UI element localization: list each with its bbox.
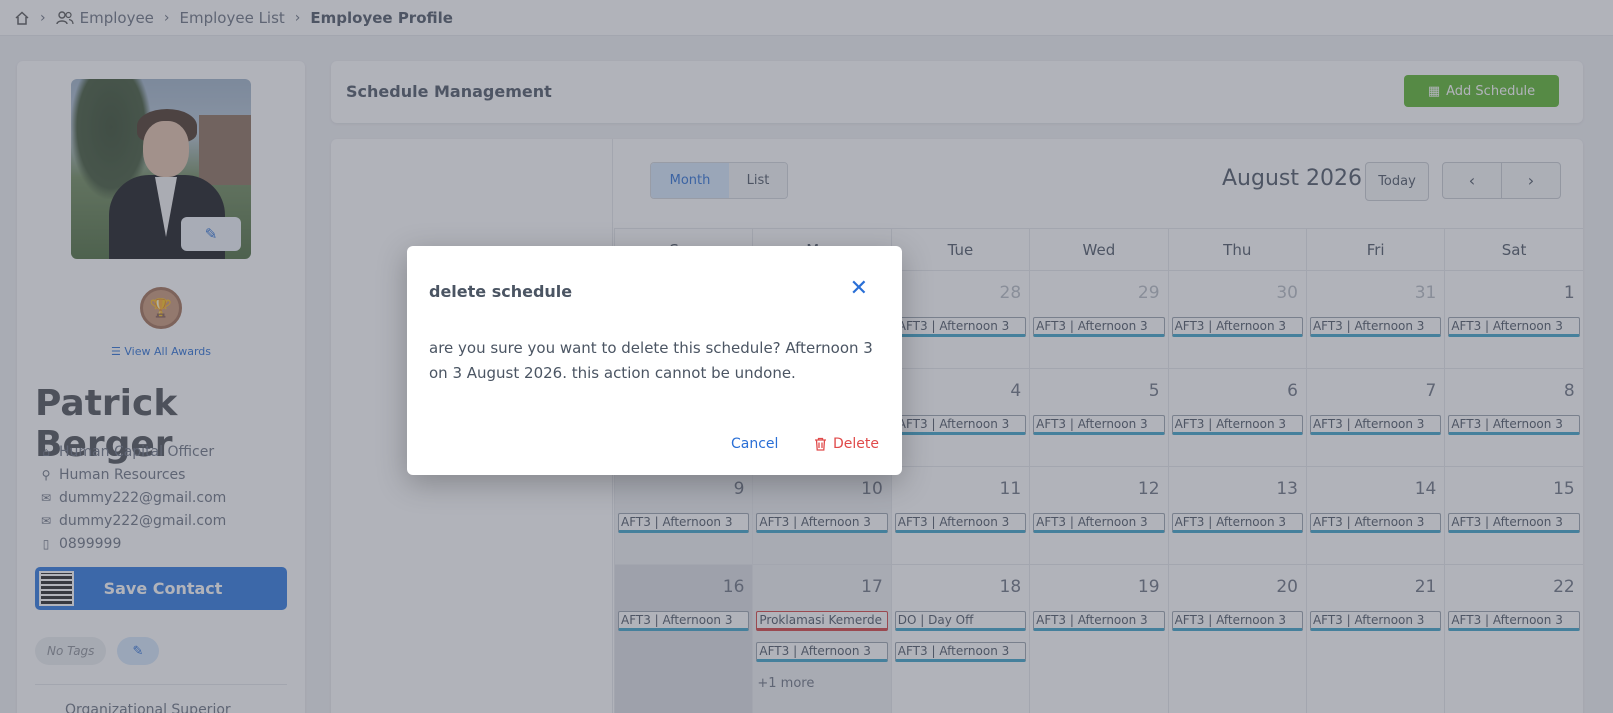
delete-label: Delete (833, 436, 879, 452)
trash-icon (815, 437, 826, 451)
dialog-message: are you sure you want to delete this sch… (429, 339, 873, 382)
close-icon[interactable]: ✕ (850, 276, 868, 301)
dialog-title: delete schedule (429, 282, 573, 301)
cancel-button[interactable]: Cancel (731, 436, 778, 452)
delete-schedule-dialog: delete schedule ✕ are you sure you want … (407, 246, 902, 475)
delete-button[interactable]: Delete (814, 436, 879, 452)
